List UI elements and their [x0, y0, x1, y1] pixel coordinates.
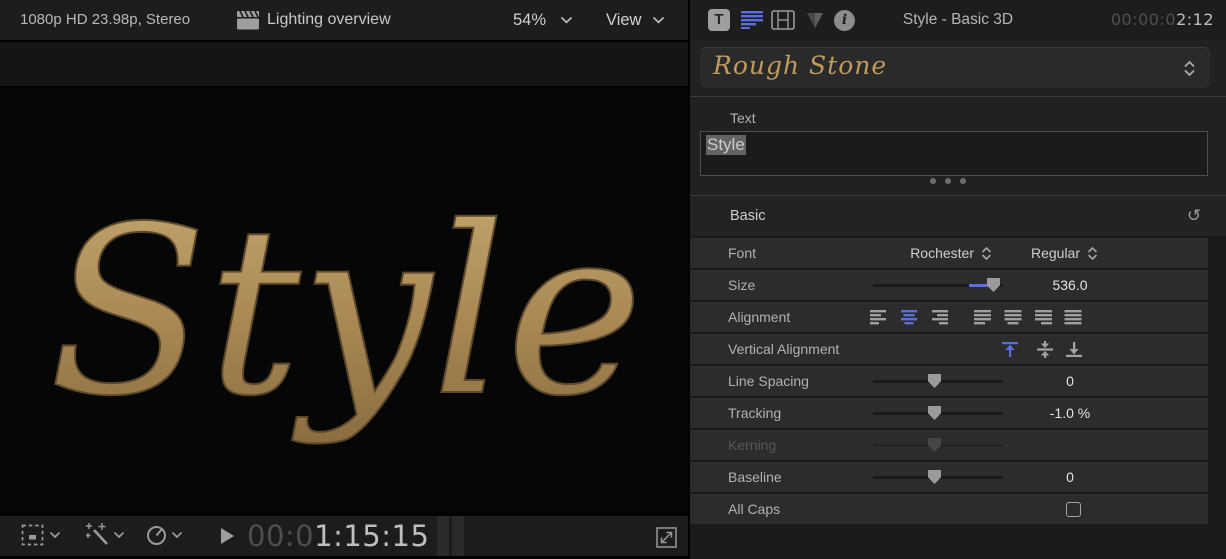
preset-dropdown[interactable]: Rough Stone: [700, 47, 1210, 88]
line-spacing-label: Line Spacing: [728, 366, 809, 396]
project-name: Lighting overview: [267, 0, 391, 40]
format-info: 1080p HD 23.98p, Stereo: [20, 0, 190, 40]
section-divider: [690, 96, 1226, 97]
size-row: Size 536.0: [690, 270, 1208, 300]
updown-chevron-icon: [1183, 60, 1196, 77]
line-spacing-value[interactable]: 0: [1020, 366, 1120, 396]
alignment-label: Alignment: [728, 302, 790, 332]
all-caps-row: All Caps: [690, 494, 1208, 524]
dot: [930, 178, 936, 184]
align-right-icon[interactable]: [930, 310, 948, 325]
text-input[interactable]: Style: [700, 131, 1208, 176]
baseline-slider-thumb[interactable]: [928, 470, 941, 484]
chevron-down-icon[interactable]: [653, 17, 664, 24]
font-family-value: Rochester: [910, 245, 974, 261]
justify-last-left-icon[interactable]: [974, 310, 992, 325]
font-label: Font: [728, 238, 756, 268]
play-button[interactable]: [221, 528, 234, 544]
chevron-down-icon[interactable]: [172, 532, 182, 539]
vertical-alignment-label: Vertical Alignment: [728, 334, 839, 364]
audio-meter-left: [437, 516, 449, 556]
chevron-down-icon[interactable]: [50, 532, 60, 539]
size-value[interactable]: 536.0: [1020, 270, 1120, 300]
zoom-level-dropdown[interactable]: 54%: [513, 0, 546, 40]
dot: [945, 178, 951, 184]
viewer-toolbar: 00:01:15:15: [0, 516, 688, 556]
basic-section-title: Basic: [730, 196, 765, 236]
basic-section-header[interactable]: Basic ↺: [690, 196, 1226, 236]
timecode-bright-part: 1:15:15: [314, 519, 429, 553]
valign-top-icon[interactable]: [1000, 341, 1020, 358]
line-spacing-row: Line Spacing 0: [690, 366, 1208, 396]
baseline-row: Baseline 0: [690, 462, 1208, 492]
all-caps-checkbox[interactable]: [1066, 502, 1081, 517]
view-menu-button[interactable]: View: [606, 0, 641, 40]
font-row: Font Rochester Regular: [690, 238, 1208, 268]
timecode-dim-part: 00:00:0: [1111, 10, 1176, 29]
size-label: Size: [728, 270, 755, 300]
audio-meters[interactable]: [437, 516, 464, 556]
canvas-title-text: Style: [0, 87, 688, 513]
timecode-bright-part: 2:12: [1176, 10, 1214, 29]
tracking-label: Tracking: [728, 398, 781, 428]
alignment-row: Alignment: [690, 302, 1208, 332]
tracking-value[interactable]: -1.0 %: [1020, 398, 1120, 428]
align-center-icon[interactable]: [900, 310, 918, 325]
align-left-icon[interactable]: [870, 310, 888, 325]
audio-meter-right: [452, 516, 464, 556]
justify-all-icon[interactable]: [1064, 310, 1082, 325]
kerning-label: Kerning: [728, 430, 776, 460]
viewer-header: 1080p HD 23.98p, Stereo Lighting overvie…: [0, 0, 688, 41]
tracking-row: Tracking -1.0 %: [690, 398, 1208, 428]
size-slider-thumb[interactable]: [987, 278, 1000, 292]
viewer-panel: 1080p HD 23.98p, Stereo Lighting overvie…: [0, 0, 688, 559]
tracking-number: -1.0: [1050, 405, 1074, 421]
svg-text:Style: Style: [49, 177, 644, 447]
reset-button[interactable]: ↺: [1182, 196, 1206, 236]
font-face-value: Regular: [1031, 245, 1080, 261]
valign-bottom-icon[interactable]: [1064, 341, 1084, 358]
valign-middle-icon[interactable]: [1035, 341, 1055, 358]
font-family-dropdown[interactable]: Rochester: [870, 238, 992, 268]
font-face-dropdown[interactable]: Regular: [1016, 238, 1098, 268]
tracking-slider-thumb[interactable]: [928, 406, 941, 420]
clip-duration-timecode: 00:00:02:12: [1111, 0, 1214, 40]
justify-last-right-icon[interactable]: [1034, 310, 1052, 325]
transform-overlay-icon[interactable]: [21, 524, 46, 548]
text-input-value: Style: [706, 135, 746, 155]
preset-name: Rough Stone: [713, 51, 887, 80]
line-spacing-slider-thumb[interactable]: [928, 374, 941, 388]
updown-chevron-icon: [981, 246, 992, 261]
kerning-slider-thumb: [928, 438, 941, 452]
viewer-margin-strip: [0, 42, 688, 86]
timecode-dim-part: 00:0: [247, 519, 314, 553]
all-caps-label: All Caps: [728, 494, 780, 524]
vertical-alignment-row: Vertical Alignment: [690, 334, 1208, 364]
dot: [960, 178, 966, 184]
playhead-timecode[interactable]: 00:01:15:15: [247, 519, 429, 553]
retime-gauge-icon[interactable]: [146, 524, 168, 546]
chevron-down-icon[interactable]: [114, 532, 124, 539]
updown-chevron-icon: [1087, 246, 1098, 261]
inspector-panel: T i Style - Basic 3D 00:00:02:12 Rough S…: [690, 0, 1226, 559]
text-section-label: Text: [730, 110, 756, 126]
clapperboard-icon: [237, 11, 259, 30]
panel-resize-handle[interactable]: [930, 178, 966, 184]
effects-wand-icon[interactable]: [86, 523, 111, 548]
baseline-value[interactable]: 0: [1020, 462, 1120, 492]
kerning-row: Kerning: [690, 430, 1208, 460]
justify-last-center-icon[interactable]: [1004, 310, 1022, 325]
chevron-down-icon[interactable]: [561, 17, 572, 24]
inspector-header: T i Style - Basic 3D 00:00:02:12: [690, 0, 1226, 40]
tracking-unit: %: [1078, 405, 1090, 421]
fullscreen-expand-icon[interactable]: [656, 527, 677, 548]
video-canvas[interactable]: Style: [0, 87, 688, 513]
baseline-label: Baseline: [728, 462, 782, 492]
